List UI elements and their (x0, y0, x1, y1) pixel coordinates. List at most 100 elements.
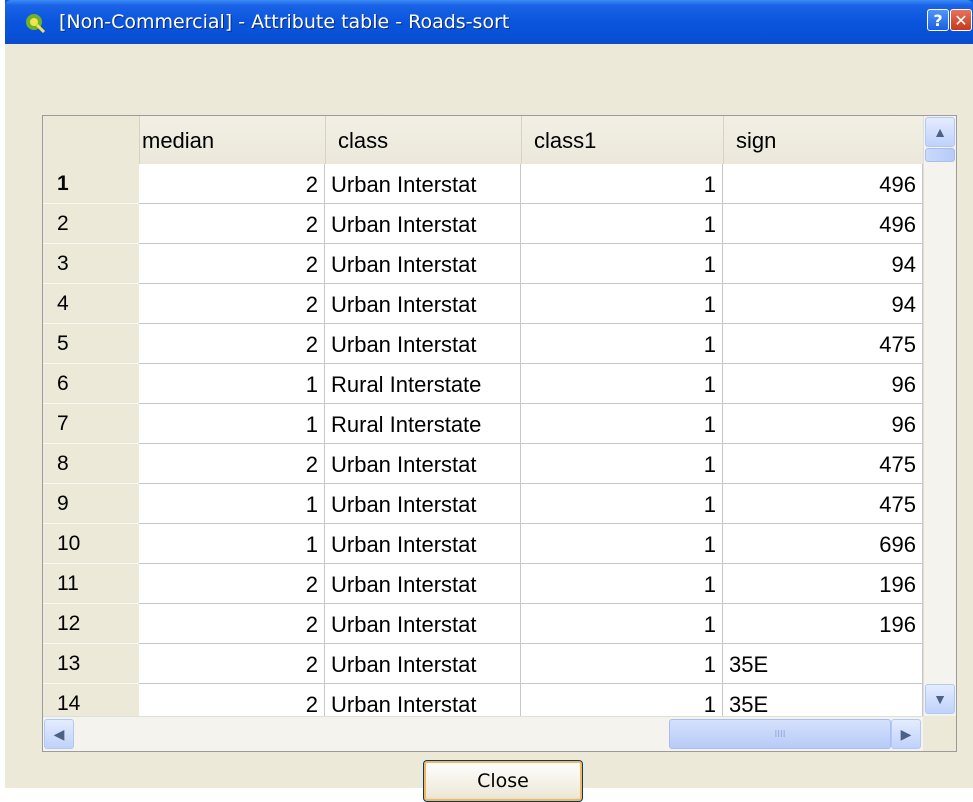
row-number-header[interactable]: 3 (43, 244, 139, 284)
table-row[interactable]: 10 1 Urban Interstat 1 696 (43, 524, 923, 564)
table-row[interactable]: 9 1 Urban Interstat 1 475 (43, 484, 923, 524)
scroll-right-icon[interactable]: ▶ (891, 719, 921, 749)
table-row[interactable]: 3 2 Urban Interstat 1 94 (43, 244, 923, 284)
table-cell-sign[interactable]: 35E (723, 644, 923, 684)
table-cell-sign[interactable]: 94 (723, 284, 923, 324)
table-cell-class1[interactable]: 1 (521, 364, 723, 404)
column-header-sign[interactable]: sign (723, 116, 923, 164)
table-cell-class[interactable]: Rural Interstate (325, 404, 521, 444)
table-cell-sign[interactable]: 496 (723, 204, 923, 244)
table-row[interactable]: 7 1 Rural Interstate 1 96 (43, 404, 923, 444)
table-cell-class[interactable]: Urban Interstat (325, 444, 521, 484)
table-cell-class[interactable]: Urban Interstat (325, 644, 521, 684)
table-row[interactable]: 1 2 Urban Interstat 1 496 (43, 164, 923, 204)
table-cell-class[interactable]: Urban Interstat (325, 164, 521, 204)
table-row[interactable]: 8 2 Urban Interstat 1 475 (43, 444, 923, 484)
table-cell-sign[interactable]: 196 (723, 564, 923, 604)
table-row[interactable]: 5 2 Urban Interstat 1 475 (43, 324, 923, 364)
table-cell-class[interactable]: Urban Interstat (325, 284, 521, 324)
table-cell-class1[interactable]: 1 (521, 204, 723, 244)
window-close-button[interactable]: ✕ (950, 9, 972, 31)
row-number-header[interactable]: 13 (43, 644, 139, 684)
table-cell-class1[interactable]: 1 (521, 324, 723, 364)
table-row[interactable]: 2 2 Urban Interstat 1 496 (43, 204, 923, 244)
table-cell-median[interactable]: 2 (139, 164, 325, 204)
table-cell-median[interactable]: 1 (139, 484, 325, 524)
row-number-header[interactable]: 8 (43, 444, 139, 484)
table-cell-sign[interactable]: 96 (723, 364, 923, 404)
table-row[interactable]: 12 2 Urban Interstat 1 196 (43, 604, 923, 644)
qgis-logo-icon (26, 14, 46, 34)
table-cell-sign[interactable]: 196 (723, 604, 923, 644)
table-cell-median[interactable]: 1 (139, 404, 325, 444)
dialog-client-area: median class class1 sign 1 2 Urban Interst… (5, 44, 973, 802)
table-cell-class[interactable]: Urban Interstat (325, 524, 521, 564)
table-cell-sign[interactable]: 475 (723, 444, 923, 484)
table-cell-median[interactable]: 2 (139, 244, 325, 284)
table-cell-sign[interactable]: 94 (723, 244, 923, 284)
table-cell-class1[interactable]: 1 (521, 164, 723, 204)
table-cell-class[interactable]: Rural Interstate (325, 364, 521, 404)
vertical-scrollbar[interactable]: ▲ ▼ (923, 116, 956, 716)
table-cell-class1[interactable]: 1 (521, 444, 723, 484)
column-header-class1[interactable]: class1 (521, 116, 723, 164)
table-cell-sign[interactable]: 96 (723, 404, 923, 444)
table-cell-median[interactable]: 2 (139, 604, 325, 644)
scrollbar-corner (923, 716, 956, 751)
table-cell-median[interactable]: 2 (139, 324, 325, 364)
table-cell-median[interactable]: 1 (139, 364, 325, 404)
attribute-table: median class class1 sign 1 2 Urban Interst… (42, 115, 957, 752)
vertical-scroll-thumb[interactable] (925, 148, 955, 162)
table-cell-class[interactable]: Urban Interstat (325, 484, 521, 524)
row-number-header[interactable]: 4 (43, 284, 139, 324)
table-cell-class1[interactable]: 1 (521, 644, 723, 684)
row-number-header[interactable]: 12 (43, 604, 139, 644)
row-number-header[interactable]: 1 (43, 164, 139, 204)
table-row[interactable]: 13 2 Urban Interstat 1 35E (43, 644, 923, 684)
title-bar[interactable]: [Non-Commercial] - Attribute table - Roa… (5, 0, 973, 44)
table-cell-sign[interactable]: 475 (723, 484, 923, 524)
table-cell-median[interactable]: 2 (139, 204, 325, 244)
table-cell-class[interactable]: Urban Interstat (325, 204, 521, 244)
table-cell-class1[interactable]: 1 (521, 284, 723, 324)
scroll-down-icon[interactable]: ▼ (925, 684, 955, 714)
table-row[interactable]: 6 1 Rural Interstate 1 96 (43, 364, 923, 404)
table-cell-class1[interactable]: 1 (521, 564, 723, 604)
table-cell-median[interactable]: 2 (139, 644, 325, 684)
table-cell-class1[interactable]: 1 (521, 524, 723, 564)
horizontal-scrollbar[interactable]: ◀ IIII ▶ (43, 716, 923, 751)
table-cell-class[interactable]: Urban Interstat (325, 564, 521, 604)
table-row[interactable]: 4 2 Urban Interstat 1 94 (43, 284, 923, 324)
row-number-header[interactable]: 10 (43, 524, 139, 564)
table-cell-class1[interactable]: 1 (521, 404, 723, 444)
close-button[interactable]: Close (423, 760, 583, 802)
help-button[interactable]: ? (927, 9, 949, 31)
table-cell-class1[interactable]: 1 (521, 244, 723, 284)
table-cell-sign[interactable]: 696 (723, 524, 923, 564)
table-cell-sign[interactable]: 496 (723, 164, 923, 204)
window-title: [Non-Commercial] - Attribute table - Roa… (59, 11, 510, 33)
table-cell-class1[interactable]: 1 (521, 604, 723, 644)
column-header-median[interactable]: median (139, 116, 325, 164)
table-cell-median[interactable]: 2 (139, 284, 325, 324)
table-cell-class[interactable]: Urban Interstat (325, 604, 521, 644)
table-cell-class[interactable]: Urban Interstat (325, 244, 521, 284)
table-row[interactable]: 11 2 Urban Interstat 1 196 (43, 564, 923, 604)
scroll-up-icon[interactable]: ▲ (925, 117, 955, 147)
table-cell-class[interactable]: Urban Interstat (325, 324, 521, 364)
row-number-header[interactable]: 7 (43, 404, 139, 444)
row-number-header[interactable]: 6 (43, 364, 139, 404)
row-number-header[interactable]: 9 (43, 484, 139, 524)
column-header-class[interactable]: class (325, 116, 521, 164)
horizontal-scroll-thumb[interactable]: IIII (669, 719, 891, 749)
table-cell-median[interactable]: 2 (139, 564, 325, 604)
table-cell-class1[interactable]: 1 (521, 484, 723, 524)
row-number-header[interactable]: 5 (43, 324, 139, 364)
scroll-left-icon[interactable]: ◀ (44, 719, 74, 749)
row-number-header[interactable]: 2 (43, 204, 139, 244)
row-number-header[interactable]: 11 (43, 564, 139, 604)
table-corner[interactable] (43, 116, 139, 164)
table-cell-median[interactable]: 1 (139, 524, 325, 564)
table-cell-median[interactable]: 2 (139, 444, 325, 484)
table-cell-sign[interactable]: 475 (723, 324, 923, 364)
